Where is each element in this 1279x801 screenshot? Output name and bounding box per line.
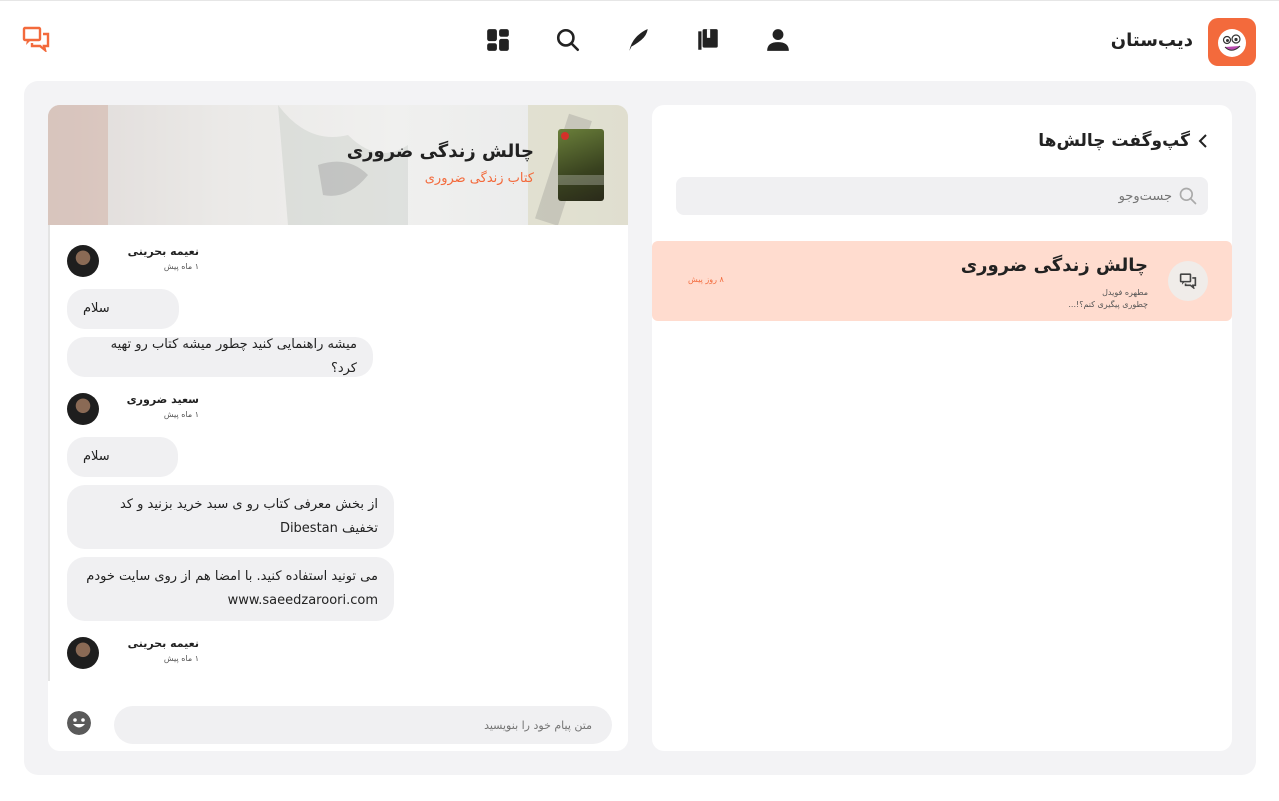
book-cover-image bbox=[558, 129, 604, 201]
author-name: سعید ضروری bbox=[126, 393, 199, 406]
chat-icon bbox=[1179, 273, 1197, 289]
avatar[interactable] bbox=[67, 637, 99, 669]
message-author: نعیمه بحرینی ۱ ماه پیش bbox=[67, 637, 267, 673]
logo[interactable] bbox=[1208, 18, 1256, 66]
message-input[interactable] bbox=[114, 706, 612, 744]
conversations-panel: گپ‌وگفت چالش‌ها چالش زندگی ضروری مطهره ف… bbox=[652, 105, 1232, 751]
chat-panel: چالش زندگی ضروری کتاب زندگی ضروری نعیمه … bbox=[48, 105, 628, 751]
logo-mascot-icon bbox=[1218, 29, 1246, 57]
chat-title: چالش زندگی ضروری bbox=[346, 141, 534, 162]
message-bubble: از بخش معرفی کتاب رو ی سبد خرید بزنید و … bbox=[67, 485, 394, 549]
top-bar: دیب‌ستان bbox=[0, 0, 1279, 80]
brand-name[interactable]: دیب‌ستان bbox=[1111, 30, 1193, 51]
conversation-item[interactable]: چالش زندگی ضروری مطهره فویدل چطوری پیگیر… bbox=[652, 241, 1232, 321]
avatar[interactable] bbox=[67, 245, 99, 277]
conversation-time: ۸ روز پیش bbox=[688, 275, 724, 284]
panel-title: گپ‌وگفت چالش‌ها bbox=[1038, 131, 1190, 151]
message-bubble: میشه راهنمایی کنید چطور میشه کتاب رو تهی… bbox=[67, 337, 373, 377]
dashboard-icon[interactable] bbox=[485, 27, 511, 53]
search-icon[interactable] bbox=[555, 27, 581, 53]
conversation-author: مطهره فویدل bbox=[1102, 288, 1148, 297]
conversation-title: چالش زندگی ضروری bbox=[960, 255, 1148, 276]
chat-book-link[interactable]: کتاب زندگی ضروری bbox=[425, 171, 534, 186]
chat-icon[interactable] bbox=[22, 26, 50, 52]
message-bubble: سلام bbox=[67, 289, 179, 329]
message-thread[interactable]: نعیمه بحرینی ۱ ماه پیش سلام میشه راهنمای… bbox=[48, 225, 628, 681]
message-time: ۱ ماه پیش bbox=[163, 262, 199, 271]
message-bubble: سلام bbox=[67, 437, 178, 477]
message-author: نعیمه بحرینی ۱ ماه پیش bbox=[67, 245, 267, 281]
banner-overlay bbox=[48, 105, 628, 225]
search-icon bbox=[1179, 187, 1197, 205]
conversation-preview: چطوری پیگیری کنم؟!... bbox=[1068, 300, 1148, 309]
author-name: نعیمه بحرینی bbox=[127, 245, 199, 258]
chat-banner: چالش زندگی ضروری کتاب زندگی ضروری bbox=[48, 105, 628, 225]
message-author: سعید ضروری ۱ ماه پیش bbox=[67, 393, 267, 429]
author-name: نعیمه بحرینی bbox=[127, 637, 199, 650]
library-icon[interactable] bbox=[695, 27, 721, 53]
message-time: ۱ ماه پیش bbox=[163, 410, 199, 419]
panel-header[interactable]: گپ‌وگفت چالش‌ها bbox=[1038, 131, 1208, 151]
conversation-icon bbox=[1168, 261, 1208, 301]
conversation-meta: مطهره فویدل چطوری پیگیری کنم؟!... bbox=[1068, 287, 1148, 311]
message-composer bbox=[48, 681, 628, 751]
avatar[interactable] bbox=[67, 393, 99, 425]
search-box[interactable] bbox=[676, 177, 1208, 215]
search-input[interactable] bbox=[872, 188, 1172, 204]
message-time: ۱ ماه پیش bbox=[163, 654, 199, 663]
profile-icon[interactable] bbox=[765, 27, 791, 53]
message-bubble: می تونید استفاده کنید. با امضا هم از روی… bbox=[67, 557, 394, 621]
chevron-left-icon[interactable] bbox=[1198, 134, 1208, 148]
quill-icon[interactable] bbox=[625, 27, 651, 53]
emoji-icon[interactable] bbox=[67, 711, 91, 735]
